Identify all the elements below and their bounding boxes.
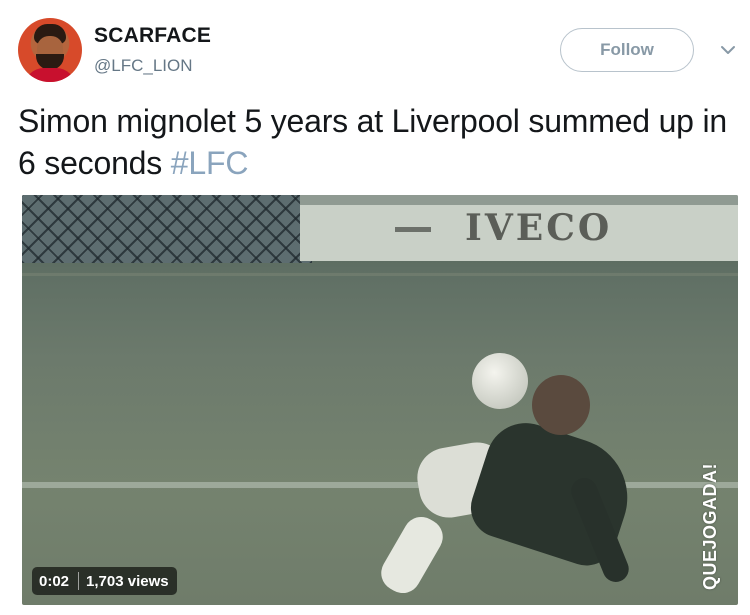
tweet-card: SCARFACE @LFC_LION Follow Simon mignolet… — [0, 0, 750, 615]
tweet-body: Simon mignolet 5 years at Liverpool summ… — [18, 103, 727, 181]
video-info-badge: 0:02 1,703 views — [32, 567, 177, 595]
billboard-stripe — [300, 195, 738, 205]
avatar[interactable] — [18, 18, 82, 82]
video-duration: 0:02 — [39, 572, 70, 590]
video-player[interactable]: IVECO — [22, 195, 738, 605]
hashtag-link[interactable]: #LFC — [171, 145, 249, 181]
billboard-text: IVECO — [465, 207, 613, 249]
tweet-header: SCARFACE @LFC_LION Follow — [18, 18, 738, 88]
view-count: 1,703 views — [86, 572, 169, 590]
stadium-billboard: IVECO — [300, 195, 738, 261]
football — [472, 353, 528, 409]
chevron-down-icon[interactable] — [718, 40, 738, 60]
background-fence — [22, 195, 312, 263]
tweet-text: Simon mignolet 5 years at Liverpool summ… — [18, 100, 738, 184]
video-watermark: QUEJOGADA! — [700, 462, 720, 590]
avatar-shirt — [24, 68, 76, 82]
goalkeeper-figure — [374, 345, 662, 605]
keeper-head — [532, 375, 590, 435]
pitch-boundary — [22, 273, 738, 276]
billboard-mark — [395, 227, 431, 232]
keeper-leg — [374, 510, 450, 600]
author-handle[interactable]: @LFC_LION — [94, 56, 193, 76]
author-display-name[interactable]: SCARFACE — [94, 24, 211, 48]
follow-button[interactable]: Follow — [560, 28, 694, 72]
